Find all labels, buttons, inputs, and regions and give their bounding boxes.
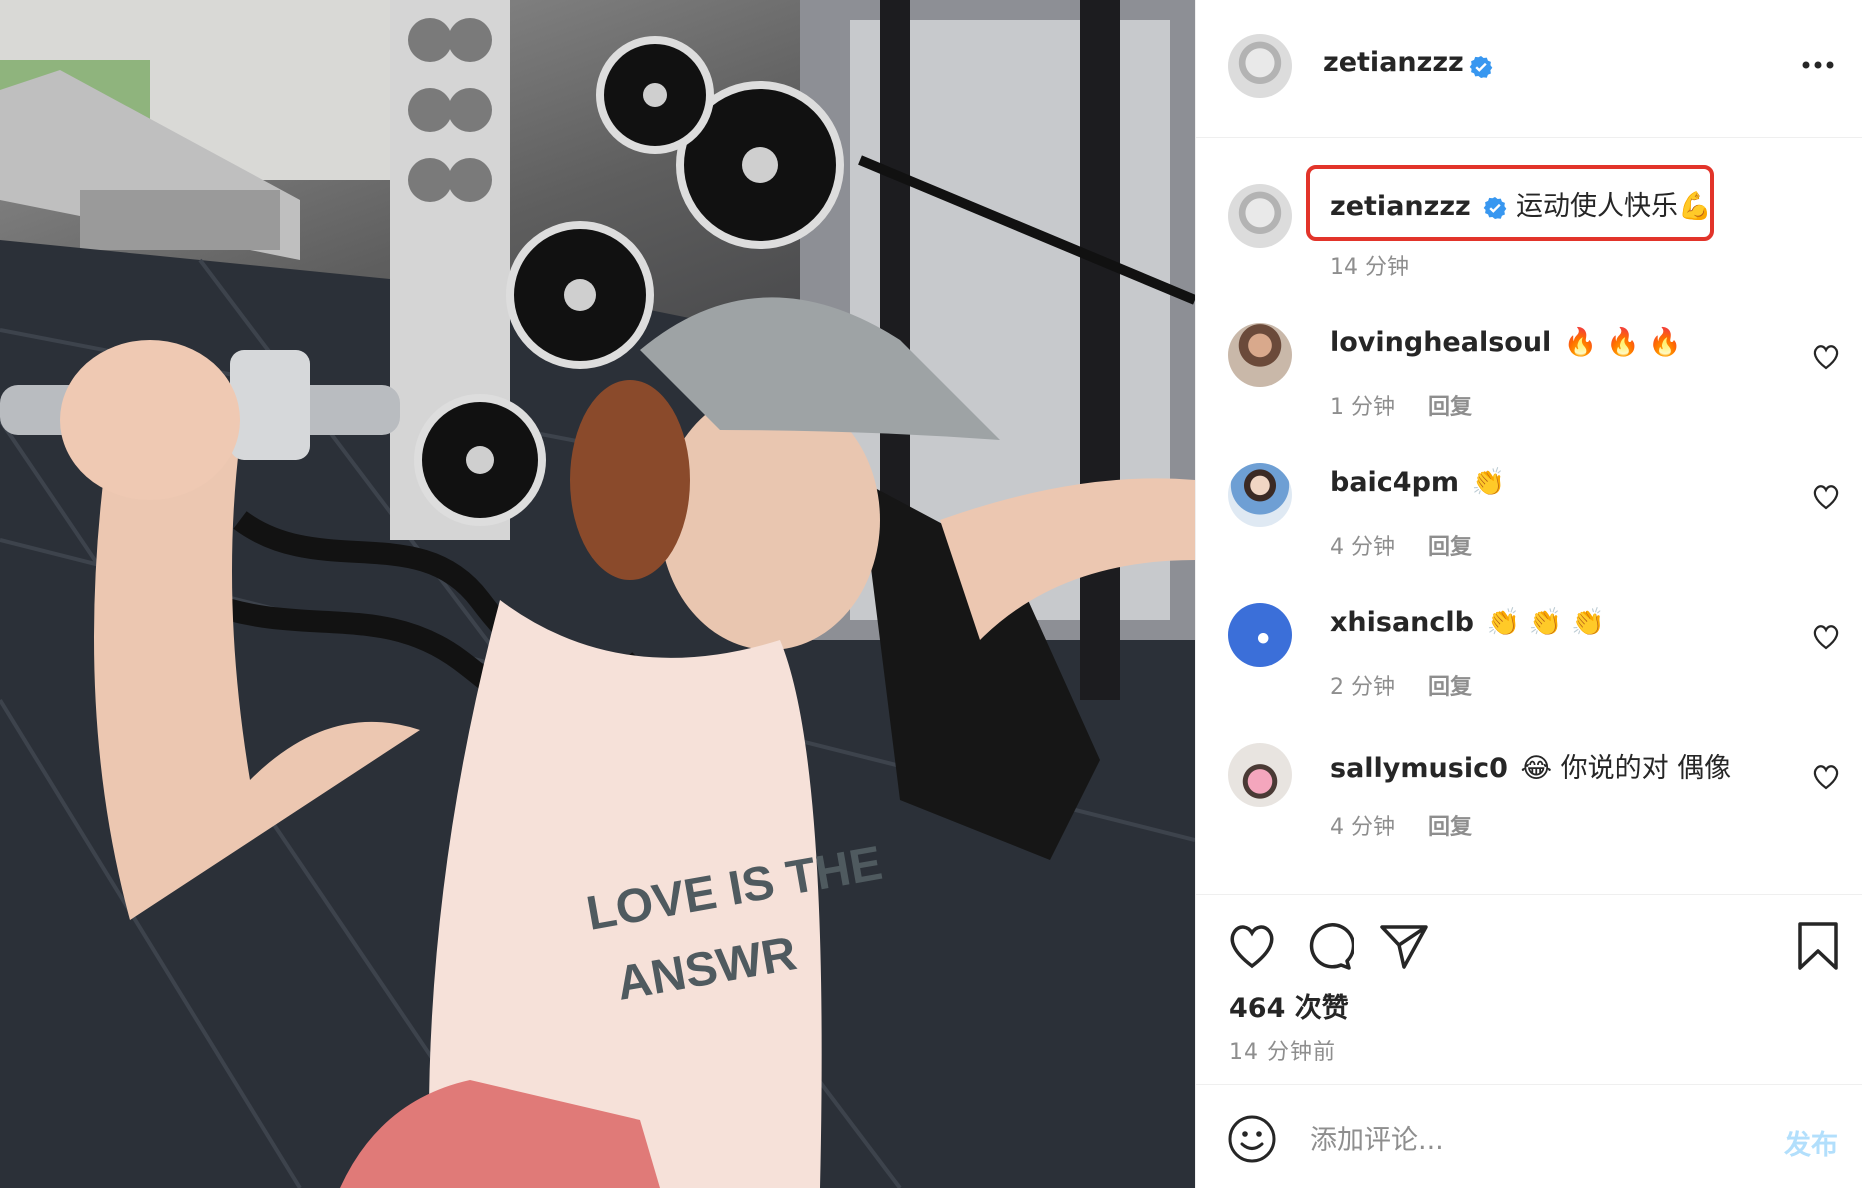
comment-meta: 4 分钟 回复 — [1330, 529, 1498, 561]
reply-button[interactable]: 回复 — [1428, 675, 1472, 700]
add-comment-bar: 发布 — [1196, 1084, 1862, 1189]
comment-like-heart-icon[interactable] — [1812, 344, 1840, 370]
post-modal: LOVE IS THE ANSWR zetianzzz zetianzzz 运动… — [0, 0, 1862, 1188]
share-send-icon[interactable] — [1378, 921, 1430, 971]
comment-meta: 2 分钟 回复 — [1330, 669, 1498, 701]
comment-username[interactable]: xhisanclb — [1330, 607, 1474, 638]
verified-badge-icon — [1469, 55, 1493, 78]
likes-count[interactable]: 464 次赞 — [1229, 986, 1349, 1025]
caption-time: 14 分钟 — [1330, 255, 1409, 280]
comment-like-heart-icon[interactable] — [1812, 484, 1840, 510]
commenter-avatar[interactable] — [1228, 603, 1292, 667]
author-avatar[interactable] — [1228, 34, 1292, 98]
comment-body: 😂 你说的对 偶像 — [1520, 753, 1732, 784]
comment-text-row: lovinghealsoul 🔥 🔥 🔥 — [1330, 326, 1682, 358]
comment-text-row: sallymusic0 😂 你说的对 偶像 — [1330, 746, 1731, 785]
comment-meta: 4 分钟 回复 — [1330, 809, 1498, 841]
post-time-ago: 14 分钟前 — [1229, 1040, 1336, 1065]
comment-username[interactable]: sallymusic0 — [1330, 753, 1508, 784]
comment-body: 👏 👏 👏 — [1486, 607, 1605, 638]
comment-body: 🔥 🔥 🔥 — [1563, 327, 1682, 358]
like-heart-icon[interactable] — [1226, 921, 1278, 971]
commenter-avatar[interactable] — [1228, 743, 1292, 807]
comment-time: 4 分钟 — [1330, 535, 1395, 560]
comment-body: 👏 — [1471, 467, 1506, 498]
more-options-icon[interactable] — [1798, 50, 1838, 80]
caption-meta: 14 分钟 — [1330, 249, 1435, 281]
save-bookmark-icon[interactable] — [1796, 921, 1840, 971]
commenter-avatar[interactable] — [1228, 463, 1292, 527]
commenter-avatar[interactable] — [1228, 323, 1292, 387]
comment-username[interactable]: lovinghealsoul — [1330, 327, 1551, 358]
comment-bubble-icon[interactable] — [1302, 921, 1354, 971]
caption-username[interactable]: zetianzzz — [1330, 191, 1471, 222]
verified-badge-icon — [1484, 196, 1507, 219]
comment-meta: 1 分钟 回复 — [1330, 389, 1498, 421]
post-comment-button[interactable]: 发布 — [1784, 1123, 1838, 1162]
emoji-smiley-icon[interactable] — [1226, 1113, 1278, 1165]
gym-photo-illustration: LOVE IS THE ANSWR — [0, 0, 1195, 1188]
caption-avatar[interactable] — [1228, 184, 1292, 248]
caption-text-row: zetianzzz 运动使人快乐💪 — [1330, 184, 1712, 223]
comment-like-heart-icon[interactable] — [1812, 624, 1840, 650]
post-side-panel: zetianzzz zetianzzz 运动使人快乐💪 14 分钟 loving… — [1195, 0, 1862, 1188]
comment-time: 1 分钟 — [1330, 395, 1395, 420]
author-name-row: zetianzzz — [1323, 47, 1493, 79]
author-username[interactable]: zetianzzz — [1323, 47, 1464, 78]
comment-time: 2 分钟 — [1330, 675, 1395, 700]
comment-text-row: xhisanclb 👏 👏 👏 — [1330, 606, 1605, 638]
post-header: zetianzzz — [1196, 0, 1862, 138]
reply-button[interactable]: 回复 — [1428, 815, 1472, 840]
comment-input[interactable] — [1308, 1113, 1762, 1167]
reply-button[interactable]: 回复 — [1428, 535, 1472, 560]
comment-time: 4 分钟 — [1330, 815, 1395, 840]
comment-like-heart-icon[interactable] — [1812, 764, 1840, 790]
caption-body: 运动使人快乐💪 — [1515, 191, 1712, 222]
comment-username[interactable]: baic4pm — [1330, 467, 1459, 498]
post-photo[interactable]: LOVE IS THE ANSWR — [0, 0, 1195, 1188]
reply-button[interactable]: 回复 — [1428, 395, 1472, 420]
comment-text-row: baic4pm 👏 — [1330, 466, 1505, 498]
